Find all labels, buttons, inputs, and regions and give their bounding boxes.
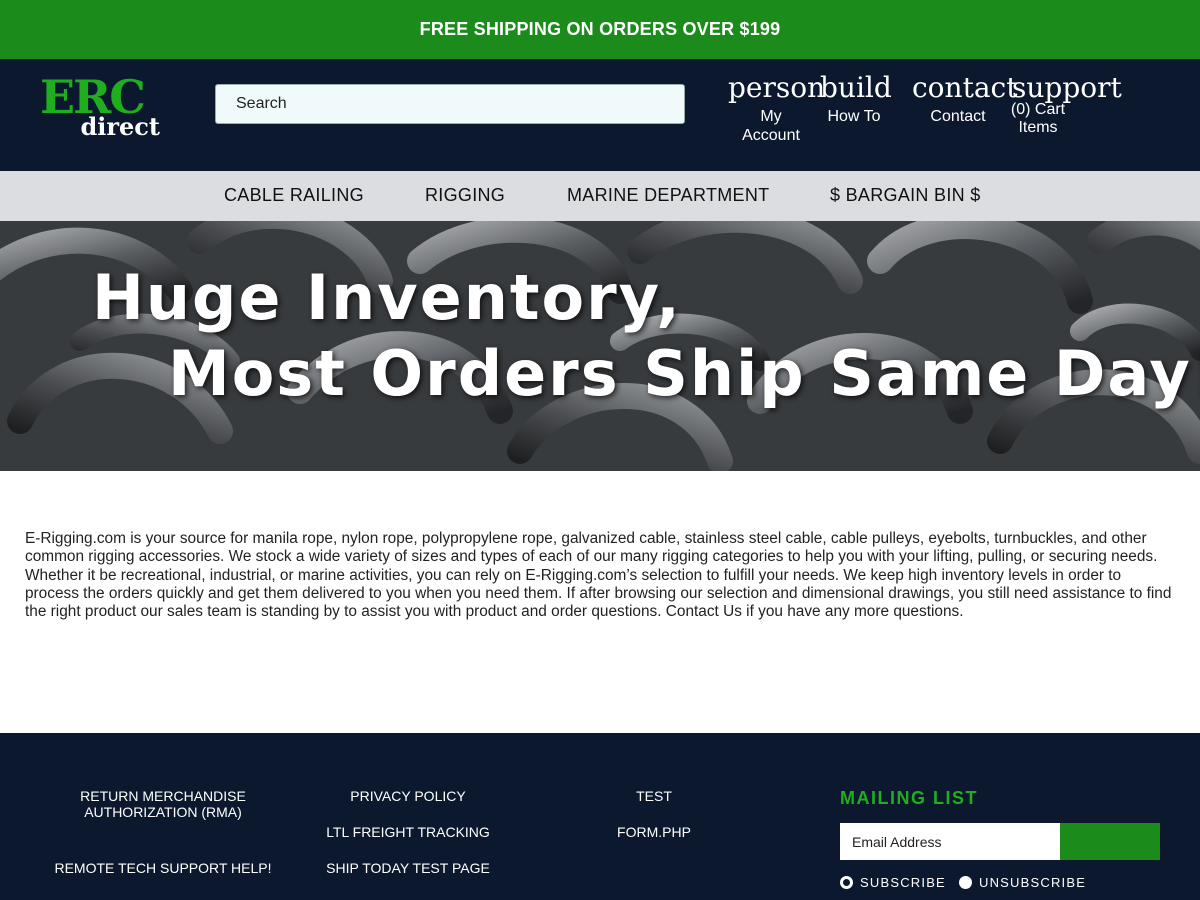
my-account-label-1: My [760,108,782,125]
nav-item-bargain-bin[interactable]: $ BARGAIN BIN $ [830,185,981,206]
site-header: ERC direct person My Account build How T… [0,59,1200,171]
footer-link-ltl-freight-tracking[interactable]: LTL FREIGHT TRACKING [308,824,508,840]
unsubscribe-radio[interactable]: UNSUBSCRIBE [959,875,1086,890]
subscribe-radio[interactable]: SUBSCRIBE [840,875,946,890]
person-icon: person [728,71,826,104]
logo-text-direct: direct [80,112,160,141]
footer-link-rma[interactable]: RETURN MERCHANDISE AUTHORIZATION (RMA) [63,788,263,820]
subscribe-label: SUBSCRIBE [860,875,946,890]
subscribe-radio-dot [840,876,853,889]
unsubscribe-radio-dot [959,876,972,889]
site-footer: RETURN MERCHANDISE AUTHORIZATION (RMA) R… [0,733,1200,900]
cart-items-label: Items [1018,119,1058,136]
support-icon: support [1012,71,1122,104]
mailing-submit-button[interactable] [1060,823,1160,860]
promo-bar: FREE SHIPPING ON ORDERS OVER $199 [0,0,1200,59]
nav-item-marine-department[interactable]: MARINE DEPARTMENT [567,185,769,206]
footer-link-privacy-policy[interactable]: PRIVACY POLICY [308,788,508,804]
email-field[interactable] [840,823,1060,860]
nav-item-rigging[interactable]: RIGGING [425,185,505,206]
mailing-list-title: MAILING LIST [840,788,978,808]
unsubscribe-label: UNSUBSCRIBE [979,875,1087,890]
hero-headline-line-2: Most Orders Ship Same Day! [168,337,1200,410]
contact-link[interactable]: contact Contact [912,71,1018,126]
promo-text: FREE SHIPPING ON ORDERS OVER $199 [419,19,781,39]
my-account-label-2: Account [742,127,800,144]
my-account-link[interactable]: person My Account [728,71,826,145]
build-icon: build [820,71,892,104]
how-to-label: How To [827,108,881,125]
footer-link-form-php[interactable]: FORM.PHP [594,824,714,840]
footer-link-test[interactable]: TEST [594,788,714,804]
logo[interactable]: ERC direct [40,73,162,143]
intro-paragraph: E-Rigging.com is your source for manila … [25,530,1172,621]
nav-item-cable-railing[interactable]: CABLE RAILING [224,185,364,206]
search-input[interactable] [215,84,685,124]
main-nav: CABLE RAILING RIGGING MARINE DEPARTMENT … [0,171,1200,221]
hero-headline-line-1: Huge Inventory, [92,261,682,334]
footer-link-ship-today-test-page[interactable]: SHIP TODAY TEST PAGE [308,860,508,876]
cart-summary: (0) Cart Items [1010,101,1066,137]
cart-link[interactable]: support (0) Cart Items [1011,71,1122,136]
footer-link-remote-tech-support[interactable]: REMOTE TECH SUPPORT HELP! [48,860,278,876]
contact-label: Contact [930,108,986,125]
hero-banner[interactable]: Huge Inventory, Most Orders Ship Same Da… [0,221,1200,471]
contact-icon: contact [912,71,1018,104]
how-to-link[interactable]: build How To [820,71,892,126]
